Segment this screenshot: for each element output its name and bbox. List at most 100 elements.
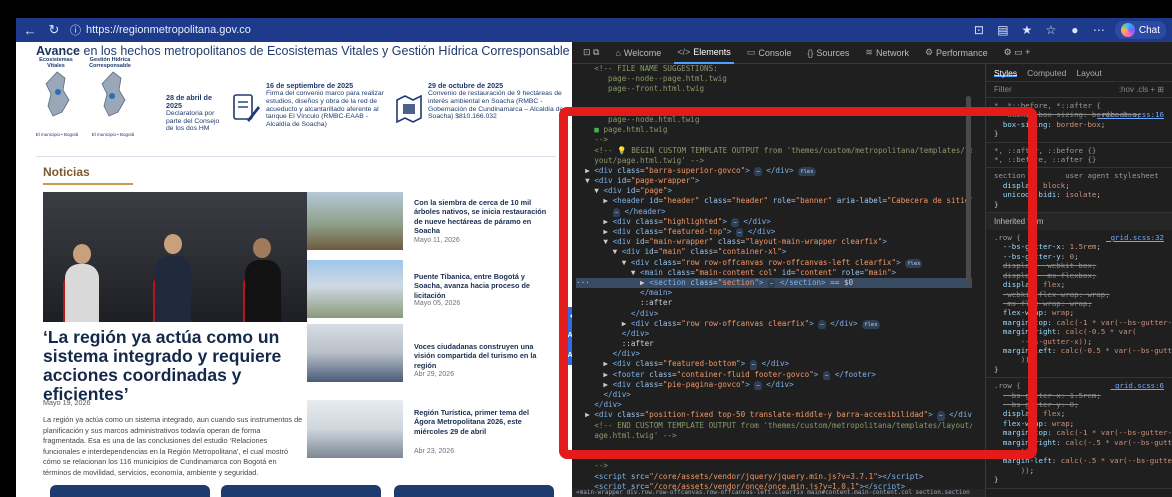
document-sign-icon bbox=[233, 94, 260, 122]
tab-computed[interactable]: Computed bbox=[1027, 68, 1066, 78]
tab-layout[interactable]: Layout bbox=[1076, 68, 1102, 78]
copilot-button[interactable]: Chat bbox=[1114, 21, 1166, 39]
dom-scrollbar[interactable] bbox=[966, 96, 971, 286]
dom-line[interactable]: ▼ <div id="page-wrapper"> bbox=[576, 176, 972, 186]
tab-performance[interactable]: ⚙ Performance bbox=[922, 42, 991, 64]
dom-line[interactable]: <script src="/core/assets/vendor/jquery/… bbox=[576, 472, 972, 482]
dom-line[interactable]: ::after bbox=[576, 339, 972, 349]
eco-caption-1: El municipio • Bogotá bbox=[35, 132, 79, 137]
dom-line[interactable]: ▼ <div id="main" class="container-xl"> bbox=[576, 247, 972, 257]
dom-line[interactable]: ▶ <div class="barra-superior-govco"> ⋯ <… bbox=[576, 166, 972, 177]
dock-icon[interactable]: ⊡ ⧉ bbox=[580, 42, 602, 64]
dom-breadcrumb[interactable]: «main-wrapper div.row.row-offcanvas.row-… bbox=[572, 489, 985, 497]
news-thumbnail-4[interactable] bbox=[307, 400, 403, 458]
dom-line[interactable]: <!-- END CUSTOM TEMPLATE OUTPUT from 'th… bbox=[576, 421, 972, 431]
dom-line[interactable]: </div> bbox=[576, 400, 972, 410]
tab-console[interactable]: ▭ Console bbox=[744, 42, 795, 64]
dom-line[interactable]: ▼ <div id="main-wrapper" class="layout-m… bbox=[576, 237, 972, 247]
more-icon[interactable]: ⋯ bbox=[1091, 23, 1107, 37]
event-3: 29 de octubre de 2025 Convenio de restau… bbox=[428, 82, 570, 121]
person-shape bbox=[155, 256, 191, 322]
dom-line[interactable]: ▶ <div class="featured-top"> ⋯ </div> bbox=[576, 227, 972, 238]
back-icon[interactable]: ← bbox=[22, 23, 38, 38]
dom-line[interactable]: ▶ <header id="header" class="header" rol… bbox=[576, 196, 972, 206]
news-thumbnail-3[interactable] bbox=[307, 324, 403, 382]
star-icon[interactable]: ★ bbox=[1019, 23, 1035, 37]
url-text[interactable]: https://regionmetropolitana.gov.co bbox=[86, 24, 251, 36]
reader-icon[interactable]: ▤ bbox=[995, 23, 1011, 37]
dom-line[interactable]: </div> bbox=[576, 390, 972, 400]
eco-caption-2: El municipio • Bogotá bbox=[91, 132, 135, 137]
dom-line[interactable]: ▶ <div class="highlighted"> ⋯ </div> bbox=[576, 217, 972, 227]
dom-line[interactable]: --> bbox=[576, 461, 972, 471]
news-thumbnail-2[interactable] bbox=[307, 260, 403, 318]
translate-icon[interactable]: ⊡ bbox=[971, 23, 987, 37]
hero-news-image[interactable] bbox=[43, 192, 307, 322]
reload-icon[interactable]: ↻ bbox=[46, 22, 62, 38]
tab-elements[interactable]: </> Elements bbox=[674, 42, 734, 64]
bottom-button-2[interactable] bbox=[221, 485, 381, 497]
dom-line[interactable]: page--node--page.html.twig bbox=[576, 74, 972, 84]
inherited-label: Inherited from bbox=[986, 213, 1172, 231]
person-shape bbox=[245, 260, 281, 322]
dom-line[interactable]: ▼ <div id="page"> bbox=[576, 186, 972, 196]
dom-line[interactable] bbox=[576, 105, 972, 115]
dom-line[interactable]: </div> bbox=[576, 329, 972, 339]
news-heading-underline bbox=[43, 183, 133, 185]
style-rule[interactable]: *, *::before, *::after { _reboot.scss:16… bbox=[986, 98, 1172, 143]
dom-line[interactable]: page--node.html.twig bbox=[576, 115, 972, 125]
dom-line[interactable]: page--front.html.twig bbox=[576, 84, 972, 94]
filter-input[interactable]: Filter bbox=[994, 85, 1012, 94]
bottom-button-3[interactable] bbox=[394, 485, 554, 497]
style-rule[interactable]: section { user agent stylesheet display:… bbox=[986, 168, 1172, 214]
tab-network[interactable]: ≋ Network bbox=[862, 42, 912, 64]
dom-line[interactable] bbox=[576, 451, 972, 461]
news-thumbnail-1[interactable] bbox=[307, 192, 403, 250]
dom-line[interactable]: ▶ <div class="featured-bottom"> ⋯ </div> bbox=[576, 359, 972, 370]
dom-tree[interactable]: <!-- FILE NAME SUGGESTIONS: page--node--… bbox=[572, 64, 972, 497]
profile-icon[interactable]: ● bbox=[1067, 23, 1083, 37]
dom-line[interactable]: ▶ <div class="position-fixed top-50 tran… bbox=[576, 410, 972, 421]
dom-line[interactable]: </div> bbox=[576, 349, 972, 359]
browser-toolbar: ← ↻ ⓘ https://regionmetropolitana.gov.co… bbox=[16, 18, 1172, 42]
tab-sources[interactable]: {} Sources bbox=[804, 42, 852, 64]
dom-line-selected[interactable]: ··· ▶ <section class="section"> ⋯ </sect… bbox=[576, 277, 972, 289]
dom-line[interactable]: ▶ <footer class="container-fluid footer-… bbox=[576, 370, 972, 380]
dom-line[interactable]: <!-- 💡 BEGIN CUSTOM TEMPLATE OUTPUT from… bbox=[576, 146, 972, 156]
dom-line[interactable]: ▼ <main class="main-content col" id="con… bbox=[576, 268, 972, 278]
dom-line[interactable]: --> bbox=[576, 135, 972, 145]
settings-icon[interactable]: ⚙ ▭ + bbox=[1001, 42, 1034, 64]
hero-title[interactable]: ‘La región ya actúa como un sistema inte… bbox=[43, 328, 305, 404]
styles-filter[interactable]: Filter :hov .cls + ⊞ bbox=[986, 82, 1172, 98]
dom-line[interactable]: yout/page.html.twig' --> bbox=[576, 156, 972, 166]
dom-line[interactable]: </div> bbox=[576, 309, 972, 319]
dom-line[interactable]: ⋯ </header> bbox=[576, 207, 972, 217]
dom-line[interactable] bbox=[576, 441, 972, 451]
dom-line[interactable]: <!-- FILE NAME SUGGESTIONS: bbox=[576, 64, 972, 74]
favorites-icon[interactable]: ☆ bbox=[1043, 23, 1059, 37]
side-news-title-3[interactable]: Voces ciudadanas construyen una visión c… bbox=[414, 342, 550, 370]
style-rule[interactable]: .row { _grid.scss:6 --bs-gutter-x: 1.5re… bbox=[986, 378, 1172, 489]
address-bar[interactable]: ⓘ https://regionmetropolitana.gov.co bbox=[70, 22, 251, 38]
dom-line[interactable] bbox=[576, 95, 972, 105]
style-rule[interactable]: .row { _grid.scss:32 --bs-gutter-x: 1.5r… bbox=[986, 230, 1172, 379]
dom-line[interactable]: ▶ <div class="pie-pagina-govco"> ⋯ </div… bbox=[576, 380, 972, 390]
side-news-title-1[interactable]: Con la siembra de cerca de 10 mil árbole… bbox=[414, 198, 550, 236]
bottom-button-1[interactable] bbox=[50, 485, 210, 497]
tab-label: Welcome bbox=[623, 47, 662, 58]
dom-line[interactable]: ▶ <div class="row row-offcanvas clearfix… bbox=[576, 319, 972, 329]
tab-welcome[interactable]: ⌂ Welcome bbox=[612, 42, 664, 64]
side-news-title-4[interactable]: Región Turística, primer tema del Ágora … bbox=[414, 408, 550, 436]
dom-line[interactable]: ■ page.html.twig bbox=[576, 125, 972, 135]
dom-line[interactable]: ::after bbox=[576, 298, 972, 308]
filter-tools[interactable]: :hov .cls + ⊞ bbox=[1119, 85, 1164, 94]
dom-line[interactable]: ▼ <div class="row row-offcanvas row-offc… bbox=[576, 258, 972, 268]
tab-styles[interactable]: Styles bbox=[994, 68, 1018, 78]
styles-tab-bar: Styles Computed Layout bbox=[986, 64, 1172, 82]
side-news-title-2[interactable]: Puente Tibanica, entre Bogotá y Soacha, … bbox=[414, 272, 550, 300]
dom-line[interactable]: age.html.twig' --> bbox=[576, 431, 972, 441]
info-icon[interactable]: ⓘ bbox=[70, 22, 81, 38]
style-rule[interactable]: *, ::after, ::before {} *, ::before, ::a… bbox=[986, 143, 1172, 169]
event-2: 16 de septiembre de 2025 Firma del conve… bbox=[266, 82, 386, 129]
dom-line[interactable]: </main> bbox=[576, 288, 972, 298]
